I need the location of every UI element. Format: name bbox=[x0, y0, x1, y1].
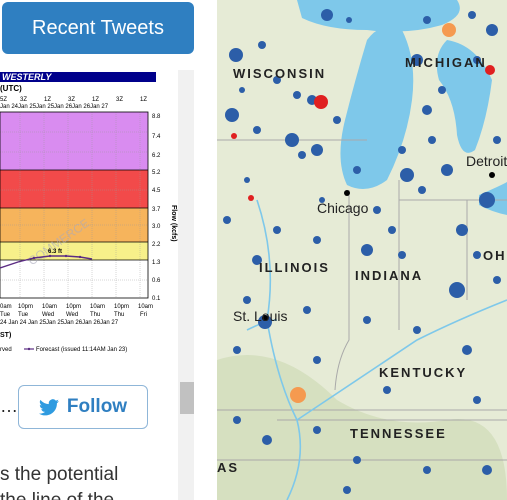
svg-text:5.2: 5.2 bbox=[152, 170, 161, 176]
svg-text:4.5: 4.5 bbox=[152, 188, 161, 194]
svg-text:3Z: 3Z bbox=[116, 97, 123, 103]
svg-text:2.2: 2.2 bbox=[152, 242, 161, 248]
svg-text:1Z: 1Z bbox=[44, 97, 51, 103]
tweet-text: s the potential the line of the bbox=[0, 464, 119, 500]
svg-text:10am: 10am bbox=[138, 304, 153, 310]
svg-text:Tue: Tue bbox=[0, 312, 11, 318]
svg-text:Thu: Thu bbox=[114, 312, 124, 318]
city-label-detroit: Detroit bbox=[466, 153, 507, 169]
state-label-kentucky: KENTUCKY bbox=[379, 365, 468, 380]
svg-text:10am: 10am bbox=[42, 304, 57, 310]
svg-text:0.1: 0.1 bbox=[152, 296, 161, 302]
svg-text:Jan 24Jan 25Jan 25Jan 26Jan 26: Jan 24Jan 25Jan 25Jan 26Jan 26Jan 27 bbox=[0, 104, 109, 110]
svg-text:1.3: 1.3 bbox=[152, 260, 161, 266]
city-label-st-louis: St. Louis bbox=[233, 308, 288, 324]
svg-text:Wed: Wed bbox=[66, 312, 78, 318]
state-label-wisconsin: WISCONSIN bbox=[233, 66, 327, 81]
svg-text:Tue: Tue bbox=[18, 312, 29, 318]
twitter-sidebar: Recent Tweets WESTERLY (UTC) 5Z 3Z 1Z 3Z 1Z 3… bbox=[0, 0, 206, 500]
state-label-indiana: INDIANA bbox=[355, 268, 424, 283]
svg-text:1Z: 1Z bbox=[92, 97, 99, 103]
hydrograph-title: WESTERLY bbox=[2, 72, 52, 82]
scrollbar-track[interactable] bbox=[178, 70, 194, 500]
svg-text:0am: 0am bbox=[0, 304, 12, 310]
recent-tweets-button[interactable]: Recent Tweets bbox=[2, 2, 194, 54]
svg-text:10pm: 10pm bbox=[18, 304, 33, 310]
y-axis-label: Flow (kcfs) bbox=[170, 205, 177, 242]
hydrograph-image: WESTERLY (UTC) 5Z 3Z 1Z 3Z 1Z 3Z 1Z Jan 24Jan … bbox=[0, 70, 179, 367]
svg-text:3.7: 3.7 bbox=[152, 207, 161, 213]
svg-text:1Z: 1Z bbox=[140, 97, 147, 103]
twitter-bird-icon bbox=[38, 398, 59, 415]
svg-text:3.0: 3.0 bbox=[152, 224, 161, 230]
hydrograph-chart: WESTERLY (UTC) 5Z 3Z 1Z 3Z 1Z 3Z 1Z Jan 24Jan … bbox=[0, 70, 178, 367]
svg-text:rved: rved bbox=[0, 347, 12, 353]
scrollbar-thumb[interactable] bbox=[180, 382, 194, 414]
svg-text:3Z: 3Z bbox=[68, 97, 75, 103]
state-label-illinois: ILLINOIS bbox=[259, 260, 330, 275]
river-gauge-map[interactable]: WISCONSIN MICHIGAN ILLINOIS INDIANA OHIO… bbox=[217, 0, 507, 500]
svg-text:10am: 10am bbox=[90, 304, 105, 310]
svg-text:10pm: 10pm bbox=[66, 304, 81, 310]
svg-text:8.8: 8.8 bbox=[152, 114, 161, 120]
svg-text:Wed: Wed bbox=[42, 312, 54, 318]
tweet-ellipsis: … bbox=[0, 396, 18, 416]
svg-text:Thu: Thu bbox=[90, 312, 100, 318]
peak-label: 6.3 ft bbox=[48, 249, 62, 255]
svg-text:7.4: 7.4 bbox=[152, 134, 161, 140]
svg-text:6.2: 6.2 bbox=[152, 153, 161, 159]
svg-text:ST): ST) bbox=[0, 332, 11, 339]
forecast-legend: Forecast (issued 11:14AM Jan 23) bbox=[36, 347, 127, 353]
svg-text:3Z: 3Z bbox=[20, 97, 27, 103]
svg-text:5Z: 5Z bbox=[0, 97, 7, 103]
city-label-chicago: Chicago bbox=[317, 200, 369, 216]
state-label-tennessee: TENNESSEE bbox=[350, 426, 447, 441]
svg-text:10pm: 10pm bbox=[114, 304, 129, 310]
state-label-michigan: MICHIGAN bbox=[405, 55, 487, 70]
svg-text:Fri: Fri bbox=[140, 312, 147, 318]
state-label-arkansas: AS bbox=[217, 460, 240, 475]
hydrograph-utc: (UTC) bbox=[0, 84, 22, 93]
follow-label: Follow bbox=[66, 396, 128, 417]
state-label-ohio: OHIO bbox=[483, 248, 507, 263]
follow-button[interactable]: Follow bbox=[18, 385, 148, 429]
svg-text:0.6: 0.6 bbox=[152, 278, 161, 284]
svg-text:24 Jan 24 Jan 25Jan 25Jan 26Ja: 24 Jan 24 Jan 25Jan 25Jan 26Jan 26Jan 27 bbox=[0, 320, 119, 326]
